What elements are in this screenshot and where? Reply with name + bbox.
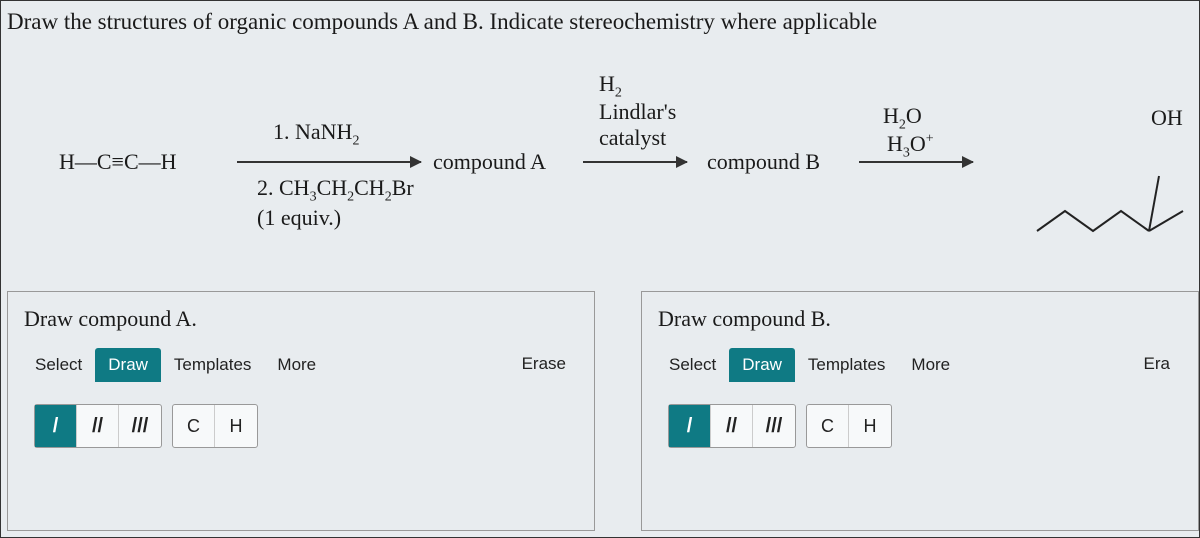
toolbar-b: / // /// C H [668,404,892,448]
panel-b-tabs: Select Draw Templates More [656,348,963,382]
atom-group-a: C H [172,404,258,448]
reaction-scheme: H—C≡C—H 1. NaNH2 2. CH3CH2CH2Br (1 equiv… [1,61,1200,261]
reagent-2-line2: Lindlar's [599,99,676,125]
atom-h-button[interactable]: H [215,405,257,447]
compound-a-label: compound A [433,149,546,175]
reagent-3-line2: H3O+ [887,131,934,161]
arrow-2 [583,161,687,163]
bond-single-button[interactable]: / [35,405,77,447]
panel-a-title: Draw compound A. [24,306,197,332]
atom-c-button[interactable]: C [807,405,849,447]
bond-group-a: / // /// [34,404,162,448]
bond-group-b: / // /// [668,404,796,448]
tab-more[interactable]: More [264,348,329,382]
starting-material: H—C≡C—H [59,149,177,175]
atom-h-button[interactable]: H [849,405,891,447]
bond-double-button[interactable]: // [77,405,119,447]
bond-double-button[interactable]: // [711,405,753,447]
bond-single-button[interactable]: / [669,405,711,447]
tab-draw[interactable]: Draw [95,348,161,382]
atom-c-button[interactable]: C [173,405,215,447]
product-structure [1031,126,1191,246]
panel-a-tabs: Select Draw Templates More [22,348,329,382]
bond-triple-button[interactable]: /// [119,405,161,447]
reagent-3-line1: H2O [883,103,922,133]
erase-button[interactable]: Erase [510,348,578,380]
arrow-1 [237,161,421,163]
tab-templates[interactable]: Templates [161,348,264,382]
reagent-2-line3: catalyst [599,125,666,151]
tab-templates[interactable]: Templates [795,348,898,382]
page-root: Draw the structures of organic compounds… [0,0,1200,538]
panel-b-title: Draw compound B. [658,306,831,332]
reagent-1-line2: 2. CH3CH2CH2Br [257,175,414,205]
erase-button[interactable]: Era [1132,348,1182,380]
tab-more[interactable]: More [898,348,963,382]
compound-b-label: compound B [707,149,820,175]
tab-select[interactable]: Select [656,348,729,382]
atom-group-b: C H [806,404,892,448]
prompt-text: Draw the structures of organic compounds… [7,9,877,34]
question-prompt: Draw the structures of organic compounds… [7,9,877,35]
tab-draw[interactable]: Draw [729,348,795,382]
reagent-1-line1: 1. NaNH2 [273,119,359,149]
reagent-2-line1: H2 [599,71,622,101]
reagent-1-line3: (1 equiv.) [257,205,341,231]
toolbar-a: / // /// C H [34,404,258,448]
tab-select[interactable]: Select [22,348,95,382]
draw-panel-a: Draw compound A. Select Draw Templates M… [7,291,595,531]
draw-panel-b: Draw compound B. Select Draw Templates M… [641,291,1199,531]
bond-triple-button[interactable]: /// [753,405,795,447]
